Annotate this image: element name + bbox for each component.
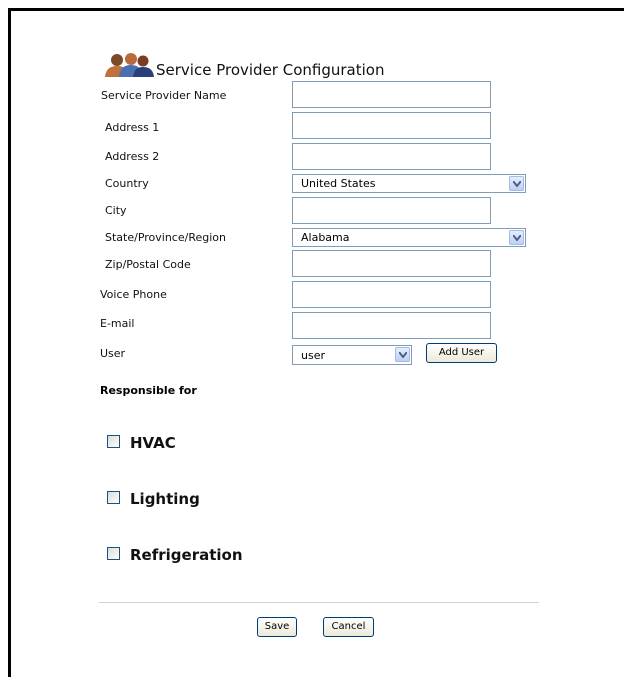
country-select-value: United States (301, 177, 376, 190)
cancel-button[interactable]: Cancel (323, 617, 374, 637)
country-select[interactable]: United States (292, 174, 526, 193)
save-button[interactable]: Save (257, 617, 297, 637)
phone-label: Voice Phone (100, 288, 167, 301)
page-frame (8, 8, 624, 677)
email-label: E-mail (100, 317, 135, 330)
state-select[interactable]: Alabama (292, 228, 526, 247)
zip-label: Zip/Postal Code (105, 258, 191, 271)
user-label: User (100, 347, 126, 360)
zip-input[interactable] (292, 250, 491, 277)
chevron-down-icon[interactable] (509, 176, 524, 191)
lighting-checkbox[interactable] (107, 491, 120, 504)
responsible-heading: Responsible for (100, 384, 197, 397)
country-label: Country (105, 177, 149, 190)
address1-label: Address 1 (105, 121, 160, 134)
lighting-label: Lighting (130, 490, 200, 508)
address2-input[interactable] (292, 143, 491, 170)
provider-name-label: Service Provider Name (101, 89, 227, 102)
divider (99, 602, 539, 603)
provider-name-input[interactable] (292, 81, 491, 108)
state-select-value: Alabama (301, 231, 350, 244)
page-title: Service Provider Configuration (156, 61, 385, 79)
address1-input[interactable] (292, 112, 491, 139)
user-select[interactable]: user (292, 345, 412, 365)
city-input[interactable] (292, 197, 491, 224)
city-label: City (105, 204, 127, 217)
address2-label: Address 2 (105, 150, 160, 163)
chevron-down-icon[interactable] (509, 230, 524, 245)
hvac-label: HVAC (130, 434, 176, 452)
phone-input[interactable] (292, 281, 491, 308)
user-select-value: user (301, 349, 325, 362)
people-group-icon (103, 53, 155, 77)
refrigeration-label: Refrigeration (130, 546, 243, 564)
hvac-checkbox[interactable] (107, 435, 120, 448)
add-user-button[interactable]: Add User (426, 343, 497, 363)
state-label: State/Province/Region (105, 231, 226, 244)
email-input[interactable] (292, 312, 491, 339)
refrigeration-checkbox[interactable] (107, 547, 120, 560)
chevron-down-icon[interactable] (395, 347, 410, 362)
